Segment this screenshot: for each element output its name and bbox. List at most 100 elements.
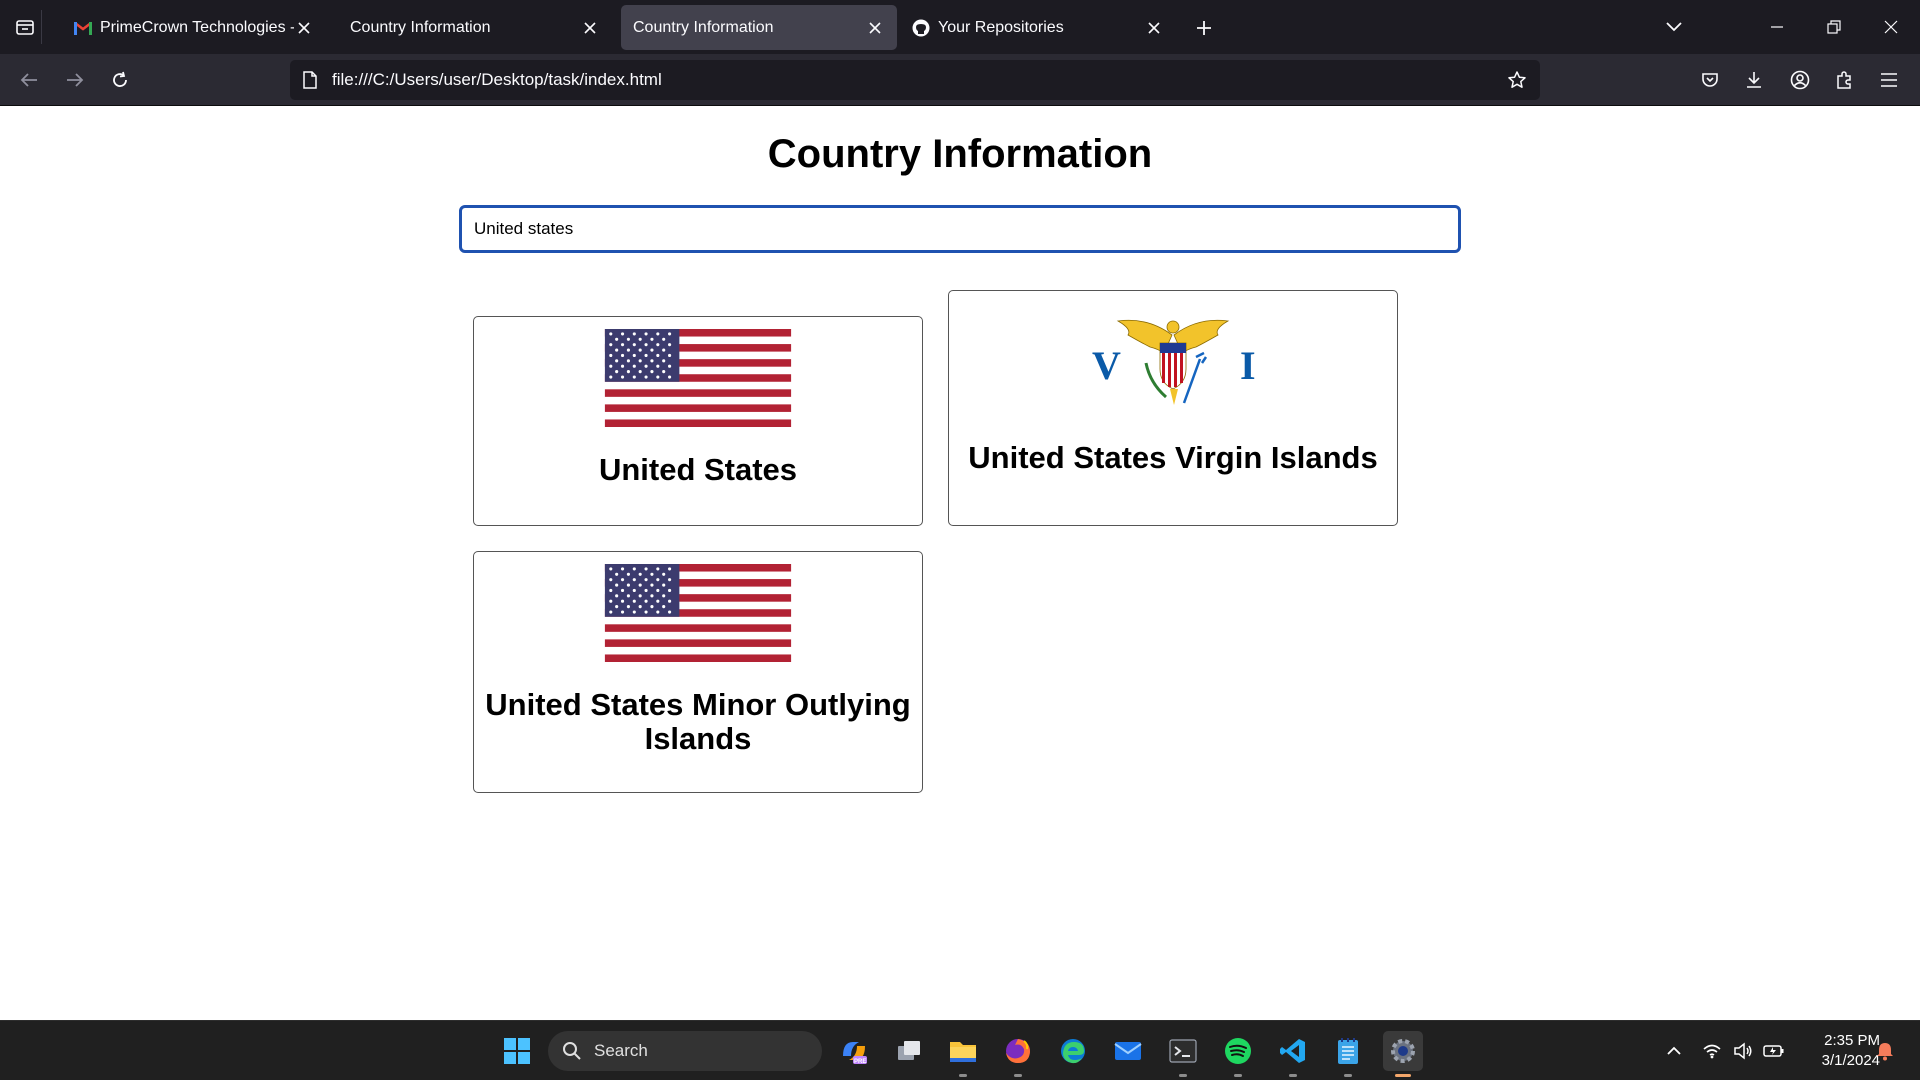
tab-primecrown[interactable]: PrimeCrown Technologies - Full [62,5,326,50]
tab-title: PrimeCrown Technologies - Full [100,18,294,36]
menu-button[interactable] [1874,65,1904,95]
close-icon [1884,20,1898,34]
vscode-button[interactable] [1273,1031,1313,1077]
copilot-button[interactable]: PRE [834,1031,874,1071]
mail-button[interactable] [1108,1031,1148,1071]
arrow-right-icon [67,73,84,87]
firefox-icon [1006,1039,1030,1063]
show-hidden-icons-button[interactable] [1662,1039,1686,1063]
gmail-icon [74,19,92,37]
wifi-icon [1703,1044,1721,1059]
minimize-button[interactable] [1762,12,1792,42]
file-explorer-button[interactable] [943,1031,983,1077]
mail-icon [1114,1042,1142,1060]
usvi-flag: V I [1088,303,1258,427]
start-button[interactable] [497,1031,537,1071]
tab-title: Your Repositories [938,18,1064,36]
forward-button[interactable] [60,65,90,95]
tab-country-information-active[interactable]: Country Information [621,5,897,50]
battery-charging-icon [1763,1045,1784,1057]
bookmark-star-icon[interactable] [1502,65,1532,95]
firefox-button[interactable] [998,1031,1038,1077]
windows-taskbar: Search PRE 2:35 PM 3/1/2024 [0,1020,1920,1080]
restore-button[interactable] [1819,12,1849,42]
new-tab-button[interactable] [1190,14,1218,42]
url-text[interactable]: file:///C:/Users/user/Desktop/task/index… [332,70,1502,90]
edge-button[interactable] [1053,1031,1093,1071]
country-name: United States [598,452,798,487]
wifi-status[interactable] [1700,1039,1724,1063]
tab-list-button[interactable] [8,10,42,44]
battery-status[interactable] [1762,1039,1786,1063]
spotify-button[interactable] [1218,1031,1258,1077]
country-name: United States Virgin Islands [968,440,1378,475]
back-button[interactable] [14,65,44,95]
close-window-button[interactable] [1876,12,1906,42]
tab-title: Country Information [633,18,774,36]
windows-logo-icon [504,1038,530,1064]
taskbar-search-box[interactable]: Search [548,1031,822,1071]
address-bar[interactable]: file:///C:/Users/user/Desktop/task/index… [290,60,1540,100]
page-content: Country Information United states United… [0,107,1920,1020]
close-icon[interactable] [1144,18,1164,38]
clock[interactable]: 2:35 PM 3/1/2024 [1790,1031,1880,1071]
page-title: Country Information [767,132,1153,176]
plus-icon [1197,21,1211,35]
close-icon[interactable] [294,18,314,38]
settings-button[interactable] [1383,1031,1423,1077]
close-icon[interactable] [865,18,885,38]
volume-status[interactable] [1731,1039,1755,1063]
country-search-input[interactable] [459,205,1461,253]
gear-icon [1391,1039,1415,1063]
running-indicator [1344,1074,1352,1077]
notepad-button[interactable] [1328,1031,1368,1077]
terminal-icon [1169,1039,1197,1063]
reload-button[interactable] [105,65,135,95]
running-indicator [1289,1074,1297,1077]
country-card-us-minor-outlying-islands[interactable]: United States Minor Outlying Islands [473,551,923,793]
terminal-button[interactable] [1163,1031,1203,1077]
navigation-toolbar: file:///C:/Users/user/Desktop/task/index… [0,54,1920,106]
country-card-united-states[interactable]: United States [473,316,923,526]
downloads-button[interactable] [1739,65,1769,95]
us-flag [604,329,792,427]
us-flag [604,564,792,662]
running-indicator [1179,1074,1187,1077]
vscode-icon [1280,1039,1305,1063]
reload-icon [113,71,127,87]
svg-text:I: I [1240,343,1256,388]
svg-text:PRE: PRE [854,1059,866,1065]
close-icon[interactable] [580,18,600,38]
spotify-icon [1225,1038,1251,1064]
running-indicator [1395,1074,1411,1077]
clock-date: 3/1/2024 [1821,1052,1880,1069]
country-card-us-virgin-islands[interactable]: V I United States Virgin Islands [948,290,1398,526]
search-icon [563,1042,581,1060]
running-indicator [1014,1074,1022,1077]
extensions-button[interactable] [1830,65,1860,95]
page-icon [300,70,320,90]
chevron-up-icon [1667,1046,1681,1055]
notepad-icon [1338,1038,1358,1064]
list-all-tabs-button[interactable] [1659,12,1689,42]
volume-icon [1734,1042,1752,1060]
task-view-button[interactable] [889,1031,929,1071]
edge-icon [1061,1039,1085,1064]
account-button[interactable] [1785,65,1815,95]
country-name: United States Minor Outlying Islands [485,687,911,756]
tab-country-information-1[interactable]: Country Information [338,5,612,50]
running-indicator [959,1074,967,1077]
account-icon [1790,70,1810,90]
search-label: Search [594,1041,648,1060]
restore-icon [1827,20,1841,34]
hamburger-menu-icon [1881,73,1897,87]
tab-your-repositories[interactable]: Your Repositories [900,5,1176,50]
tab-title: Country Information [350,18,491,36]
pocket-button[interactable] [1695,65,1725,95]
bell-icon [1877,1043,1893,1061]
notifications-button[interactable] [1873,1039,1897,1063]
github-icon [912,19,930,37]
tab-list-icon [15,20,34,35]
download-icon [1747,72,1761,88]
tab-bar: PrimeCrown Technologies - Full Country I… [0,0,1920,54]
